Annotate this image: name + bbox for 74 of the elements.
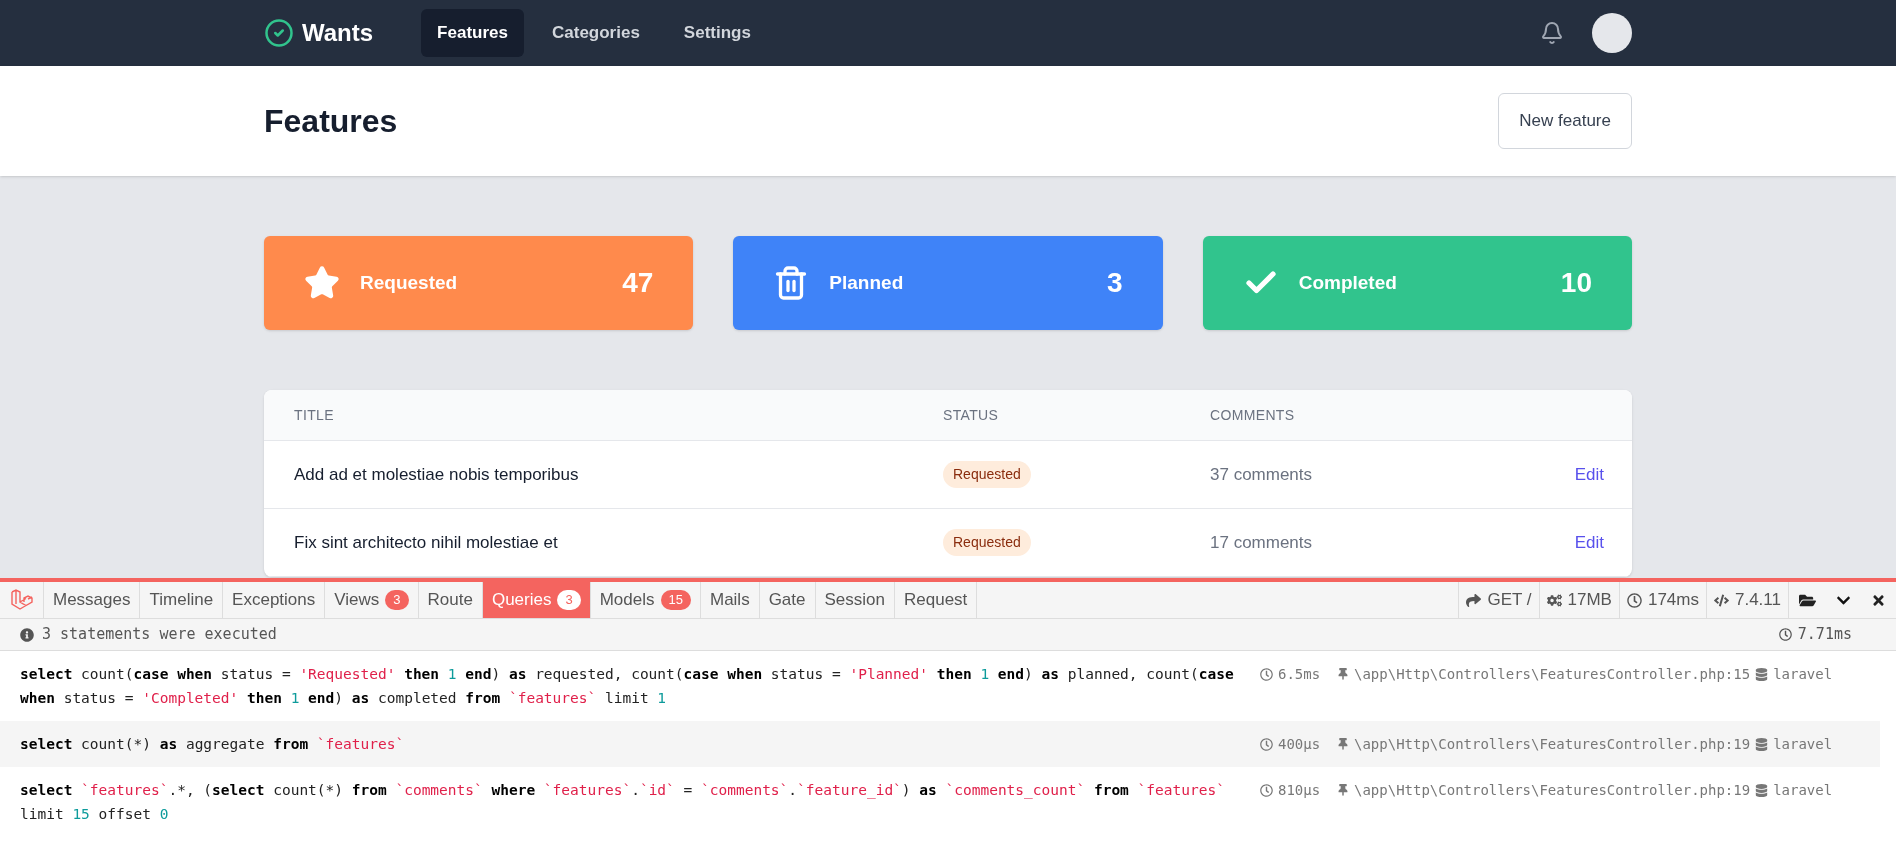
clock-icon bbox=[1260, 667, 1273, 681]
nav-link[interactable]: Categories bbox=[536, 9, 656, 57]
status-indicator[interactable]: 7.4.11 bbox=[1706, 582, 1788, 618]
sql-query: select count(case when status = 'Requested' then 1 end) as requested, count(case when status = 'Planned' then 1 end) as planned, count(case when status = 'Completed' then 1 end) as completed from `features` limit 1 bbox=[20, 665, 1235, 708]
comment-count: 17 comments bbox=[1210, 531, 1313, 554]
query-duration: 810μs bbox=[1278, 781, 1322, 800]
debug-tab[interactable]: Session bbox=[815, 582, 895, 618]
debug-tab[interactable]: Request bbox=[895, 582, 978, 618]
feature-title: Add ad et molestiae nobis temporibus bbox=[294, 463, 579, 486]
database-icon bbox=[1755, 783, 1769, 797]
star-icon bbox=[304, 265, 340, 301]
share-icon bbox=[1466, 592, 1482, 608]
new-feature-button[interactable]: New feature bbox=[1498, 93, 1632, 149]
nav-link[interactable]: Features bbox=[421, 9, 524, 57]
stat-card[interactable]: Planned 3 bbox=[733, 236, 1163, 330]
connection-name: laravel bbox=[1773, 781, 1833, 800]
connection-name: laravel bbox=[1773, 735, 1833, 754]
brand-name[interactable]: Wants bbox=[302, 15, 374, 51]
column-header: STATUS bbox=[943, 405, 999, 425]
clock-icon bbox=[1778, 628, 1792, 641]
bell-icon[interactable] bbox=[1540, 21, 1564, 45]
check-circle-icon bbox=[264, 18, 294, 48]
avatar[interactable] bbox=[1592, 13, 1632, 53]
stat-count: 47 bbox=[622, 266, 654, 300]
debug-tab[interactable]: Views 3 bbox=[325, 582, 419, 618]
sql-query: select count(*) as aggregate from `features` bbox=[20, 735, 406, 754]
pin-icon bbox=[1337, 668, 1349, 680]
count-badge: 3 bbox=[557, 590, 581, 610]
nav-link[interactable]: Settings bbox=[667, 9, 767, 57]
column-header: COMMENTS bbox=[1210, 405, 1295, 425]
count-badge: 15 bbox=[660, 590, 691, 610]
page-title: Features bbox=[264, 102, 398, 141]
column-header: TITLE bbox=[294, 405, 334, 425]
debug-tab[interactable]: Timeline bbox=[140, 582, 224, 618]
stat-label: Planned bbox=[829, 270, 904, 295]
query-duration: 6.5ms bbox=[1278, 665, 1322, 684]
stat-label: Completed bbox=[1298, 270, 1397, 295]
source-file: \app\Http\Controllers\FeaturesController.php:19 bbox=[1354, 735, 1751, 754]
comment-count: 37 comments bbox=[1210, 463, 1313, 486]
status-indicator[interactable]: 17MB bbox=[1538, 582, 1619, 618]
debug-tab[interactable]: Route bbox=[418, 582, 483, 618]
database-icon bbox=[1755, 667, 1769, 681]
clock-icon bbox=[1260, 783, 1273, 797]
sql-query: select `features`.*, (select count(*) from `comments` where `features`.`id` = `comments`.`feature_id`) as `comments_count` from `features` limit 15 offset 0 bbox=[20, 781, 1226, 824]
debug-tab[interactable]: Messages bbox=[44, 582, 141, 618]
database-icon bbox=[1755, 737, 1769, 751]
stat-label: Requested bbox=[360, 270, 458, 295]
status-badge: Requested bbox=[943, 461, 1031, 488]
feature-title: Fix sint architecto nihil molestiae et bbox=[294, 531, 558, 554]
code-icon bbox=[1714, 592, 1729, 608]
debug-tab[interactable]: Mails bbox=[700, 582, 760, 618]
status-indicator[interactable]: 174ms bbox=[1618, 582, 1706, 618]
status-badge: Requested bbox=[943, 529, 1031, 556]
clock-icon bbox=[1626, 592, 1642, 608]
debug-tab[interactable]: Exceptions bbox=[223, 582, 326, 618]
pin-icon bbox=[1337, 784, 1349, 796]
total-time: 7.71ms bbox=[1797, 624, 1852, 646]
source-file: \app\Http\Controllers\FeaturesController.php:19 bbox=[1354, 781, 1751, 800]
source-file: \app\Http\Controllers\FeaturesController.php:15 bbox=[1354, 665, 1751, 684]
edit-link[interactable]: Edit bbox=[1574, 529, 1604, 556]
count-badge: 3 bbox=[385, 590, 409, 610]
gears-icon bbox=[1546, 592, 1562, 608]
debug-tab[interactable]: Gate bbox=[759, 582, 816, 618]
info-icon bbox=[20, 627, 34, 642]
stat-count: 10 bbox=[1560, 266, 1592, 300]
connection-name: laravel bbox=[1773, 665, 1833, 684]
clock-icon bbox=[1260, 737, 1273, 751]
statements-summary: 3 statements were executed bbox=[42, 624, 277, 646]
edit-link[interactable]: Edit bbox=[1574, 461, 1604, 488]
stat-count: 3 bbox=[1107, 266, 1123, 300]
pin-icon bbox=[1337, 738, 1349, 750]
debug-tab[interactable]: Models 15 bbox=[590, 582, 701, 618]
status-indicator[interactable]: GET / bbox=[1458, 582, 1539, 618]
query-duration: 400μs bbox=[1278, 735, 1322, 754]
